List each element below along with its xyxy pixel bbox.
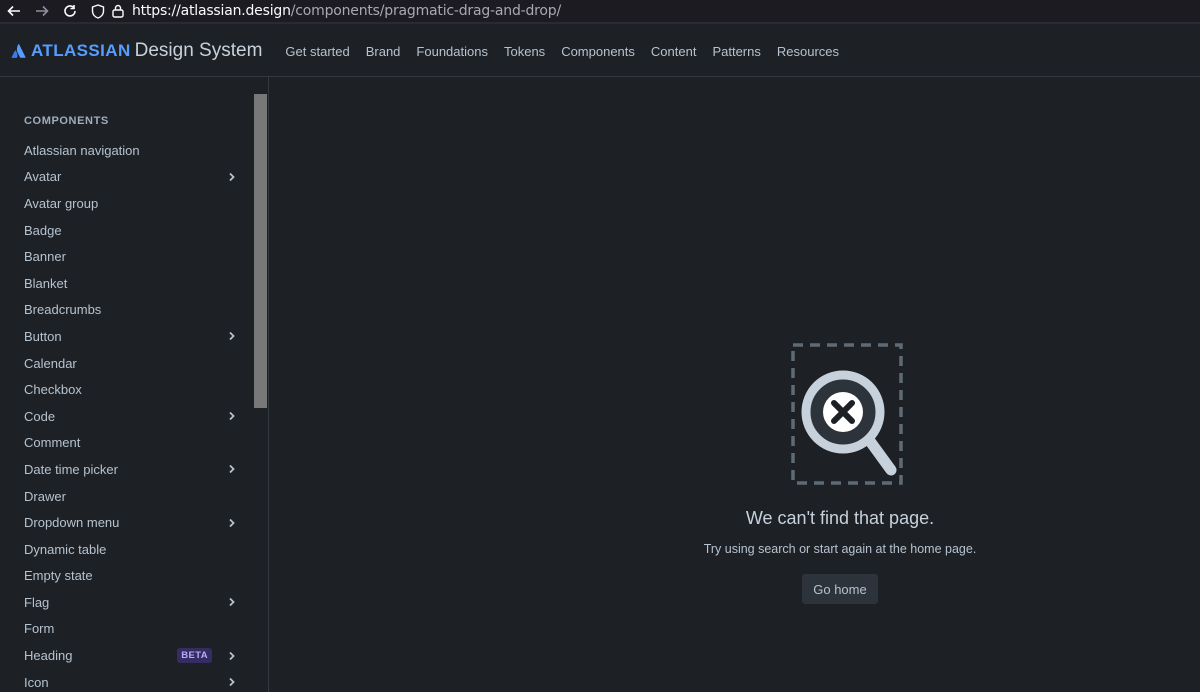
sidebar-item-label: Atlassian navigation	[24, 142, 140, 158]
sidebar-item-form[interactable]: Form	[0, 616, 252, 643]
sidebar-item-label: Dropdown menu	[24, 515, 120, 531]
sidebar-item-label: Checkbox	[24, 382, 82, 398]
sidebar-item-empty-state[interactable]: Empty state	[0, 563, 252, 590]
sidebar-item-atlassian-navigation[interactable]: Atlassian navigation	[0, 137, 252, 164]
url-text[interactable]: https://atlassian.design/components/prag…	[132, 3, 561, 19]
sidebar-item-label: Button	[24, 328, 62, 344]
sidebar-item-label: Heading	[24, 648, 73, 664]
brand-subtitle: Design System	[134, 40, 263, 61]
nav-link-tokens[interactable]: Tokens	[496, 26, 553, 77]
sidebar-item-label: Drawer	[24, 488, 66, 504]
empty-state-description: Try using search or start again at the h…	[703, 542, 977, 556]
sidebar-item-code[interactable]: Code	[0, 403, 252, 430]
reload-icon	[64, 5, 76, 17]
sidebar-item-flag[interactable]: Flag	[0, 589, 252, 616]
sidebar-item-label: Dynamic table	[24, 541, 107, 557]
chevron-right-icon[interactable]	[226, 463, 238, 475]
beta-badge: BETA	[177, 648, 212, 664]
nav-link-components[interactable]: Components	[553, 26, 643, 77]
sidebar-item-comment[interactable]: Comment	[0, 430, 252, 457]
sidebar-item-button[interactable]: Button	[0, 323, 252, 350]
sidebar-item-label: Form	[24, 621, 55, 637]
sidebar-item-blanket[interactable]: Blanket	[0, 270, 252, 297]
chevron-right-icon[interactable]	[226, 330, 238, 342]
forward-button[interactable]	[28, 0, 56, 23]
sidebar-item-label: Date time picker	[24, 461, 118, 477]
chevron-right-icon[interactable]	[226, 517, 238, 529]
brand-home-link[interactable]: ATLASSIAN Design System	[11, 40, 262, 62]
nav-link-foundations[interactable]: Foundations	[408, 26, 496, 77]
sidebar-item-heading[interactable]: Heading BETA	[0, 642, 252, 669]
reload-button[interactable]	[56, 0, 84, 23]
browser-toolbar: https://atlassian.design/components/prag…	[0, 0, 1200, 24]
go-home-button[interactable]: Go home	[802, 574, 878, 604]
sidebar-item-date-time-picker[interactable]: Date time picker	[0, 456, 252, 483]
url-path: /components/pragmatic-drag-and-drop/	[290, 3, 561, 19]
sidebar-item-calendar[interactable]: Calendar	[0, 350, 252, 377]
sidebar-list: Atlassian navigation Avatar Avatar group Ba…	[0, 137, 252, 692]
sidebar-item-drawer[interactable]: Drawer	[0, 483, 252, 510]
sidebar: COMPONENTS Atlassian navigation Avatar Ava…	[0, 77, 269, 692]
sidebar-item-badge[interactable]: Badge	[0, 217, 252, 244]
chevron-right-icon[interactable]	[226, 596, 238, 608]
sidebar-item-label: Calendar	[24, 355, 77, 371]
sidebar-item-label: Flag	[24, 594, 50, 610]
sidebar-item-label: Code	[24, 408, 56, 424]
nav-link-brand[interactable]: Brand	[358, 26, 409, 77]
address-bar[interactable]: https://atlassian.design/components/prag…	[88, 0, 561, 23]
sidebar-item-label: Avatar	[24, 169, 62, 185]
sidebar-item-banner[interactable]: Banner	[0, 243, 252, 270]
nav-link-resources[interactable]: Resources	[769, 26, 847, 77]
back-button[interactable]	[0, 0, 28, 23]
scrollbar-thumb[interactable]	[254, 94, 267, 408]
chevron-right-icon[interactable]	[226, 676, 238, 688]
nav-link-get-started[interactable]: Get started	[277, 26, 357, 77]
sidebar-item-label: Avatar group	[24, 195, 99, 211]
magnifier-x-icon	[791, 343, 903, 485]
chevron-right-icon[interactable]	[226, 171, 238, 183]
nav-links: Get started Brand Foundations Tokens Com…	[277, 26, 847, 77]
sidebar-heading: COMPONENTS	[24, 115, 109, 127]
brand-name: ATLASSIAN	[31, 41, 131, 60]
sidebar-item-checkbox[interactable]: Checkbox	[0, 376, 252, 403]
chevron-right-icon[interactable]	[226, 650, 238, 662]
top-navigation: ATLASSIAN Design System Get started Bran…	[0, 26, 1200, 77]
sidebar-item-label: Blanket	[24, 275, 68, 291]
sidebar-item-avatar[interactable]: Avatar	[0, 164, 252, 191]
arrow-left-icon	[7, 5, 20, 17]
sidebar-item-avatar-group[interactable]: Avatar group	[0, 190, 252, 217]
sidebar-item-dropdown-menu[interactable]: Dropdown menu	[0, 509, 252, 536]
chevron-right-icon[interactable]	[226, 410, 238, 422]
empty-state: We can't find that page. Try using searc…	[695, 342, 985, 604]
sidebar-item-label: Breadcrumbs	[24, 302, 102, 318]
sidebar-item-label: Comment	[24, 435, 81, 451]
sidebar-item-label: Badge	[24, 222, 62, 238]
nav-link-content[interactable]: Content	[643, 26, 705, 77]
sidebar-item-label: Icon	[24, 674, 49, 690]
empty-state-title: We can't find that page.	[745, 508, 935, 528]
main-content: We can't find that page. Try using searc…	[270, 77, 1200, 692]
lock-icon[interactable]	[108, 0, 128, 23]
sidebar-item-breadcrumbs[interactable]: Breadcrumbs	[0, 297, 252, 324]
sidebar-item-dynamic-table[interactable]: Dynamic table	[0, 536, 252, 563]
sidebar-item-label: Empty state	[24, 568, 93, 584]
sidebar-item-icon[interactable]: Icon	[0, 669, 252, 692]
sidebar-scrollbar[interactable]	[252, 77, 268, 692]
sidebar-item-label: Banner	[24, 249, 66, 265]
nav-link-patterns[interactable]: Patterns	[704, 26, 768, 77]
arrow-right-icon	[36, 5, 49, 17]
url-host: https://atlassian.design	[132, 3, 291, 19]
atlassian-logo-icon	[11, 43, 26, 58]
shield-icon[interactable]	[88, 0, 108, 23]
